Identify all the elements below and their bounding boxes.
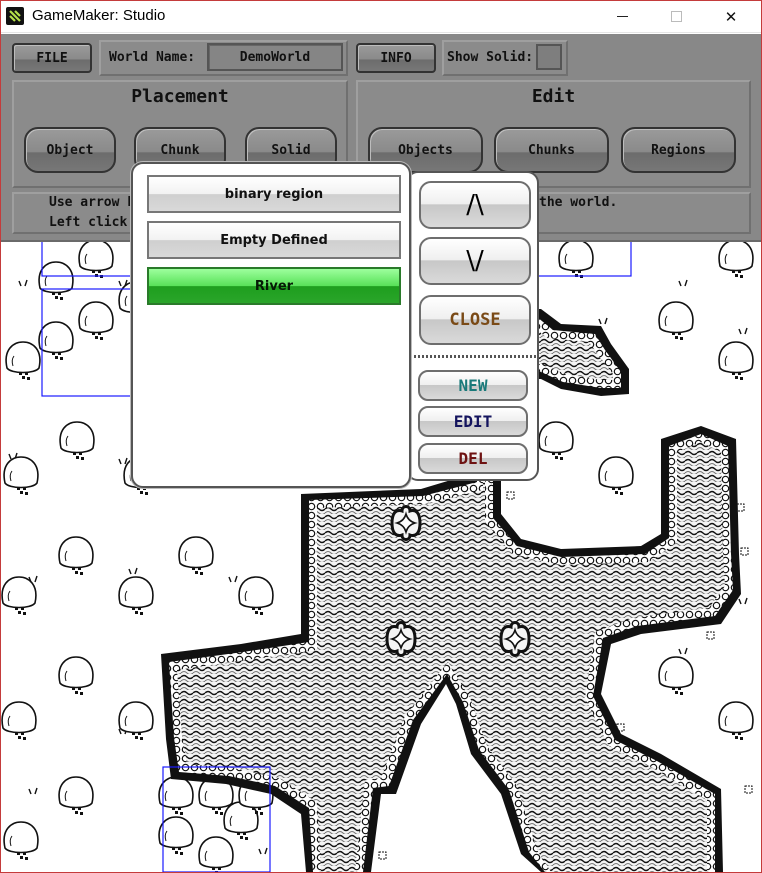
edit-regions-button[interactable]: Regions [621,127,736,173]
info-button[interactable]: INFO [356,43,436,73]
edit-region-button[interactable]: EDIT [418,406,528,437]
minimize-button[interactable] [599,0,645,33]
region-list-item[interactable]: binary region [147,175,401,213]
title-bar: GameMaker: Studio ✕ [0,0,762,33]
close-icon: ✕ [724,7,738,26]
world-name-field[interactable]: DemoWorld [207,43,343,71]
scroll-up-button[interactable]: /\ [419,181,531,229]
close-window-button[interactable]: ✕ [708,0,754,33]
region-list-item[interactable]: Empty Defined [147,221,401,259]
place-object-button[interactable]: Object [24,127,116,173]
window-title: GameMaker: Studio [32,7,166,24]
new-region-button[interactable]: NEW [418,370,528,401]
help-line-1: Use arrow k [49,195,136,210]
help-line-3: the world. [539,195,618,210]
placement-heading: Placement [131,86,229,107]
file-button[interactable]: FILE [12,43,92,73]
chevron-up-icon: /\ [466,190,484,220]
actions-divider [410,355,536,358]
region-list-panel: binary region Empty Defined River [131,162,411,488]
region-list-item-selected[interactable]: River [147,267,401,305]
show-solid-label: Show Solid: [447,50,534,65]
gamemaker-logo-icon [6,7,24,25]
chevron-down-icon: \/ [466,246,484,276]
edit-chunks-button[interactable]: Chunks [494,127,609,173]
maximize-icon [670,11,682,22]
minimize-icon [616,16,628,17]
maximize-button[interactable] [653,0,699,33]
delete-region-button[interactable]: DEL [418,443,528,474]
edit-heading: Edit [531,86,576,107]
show-solid-checkbox[interactable] [536,44,562,70]
world-name-label: World Name: [109,50,196,65]
scroll-down-button[interactable]: \/ [419,237,531,285]
close-popup-button[interactable]: CLOSE [419,295,531,345]
